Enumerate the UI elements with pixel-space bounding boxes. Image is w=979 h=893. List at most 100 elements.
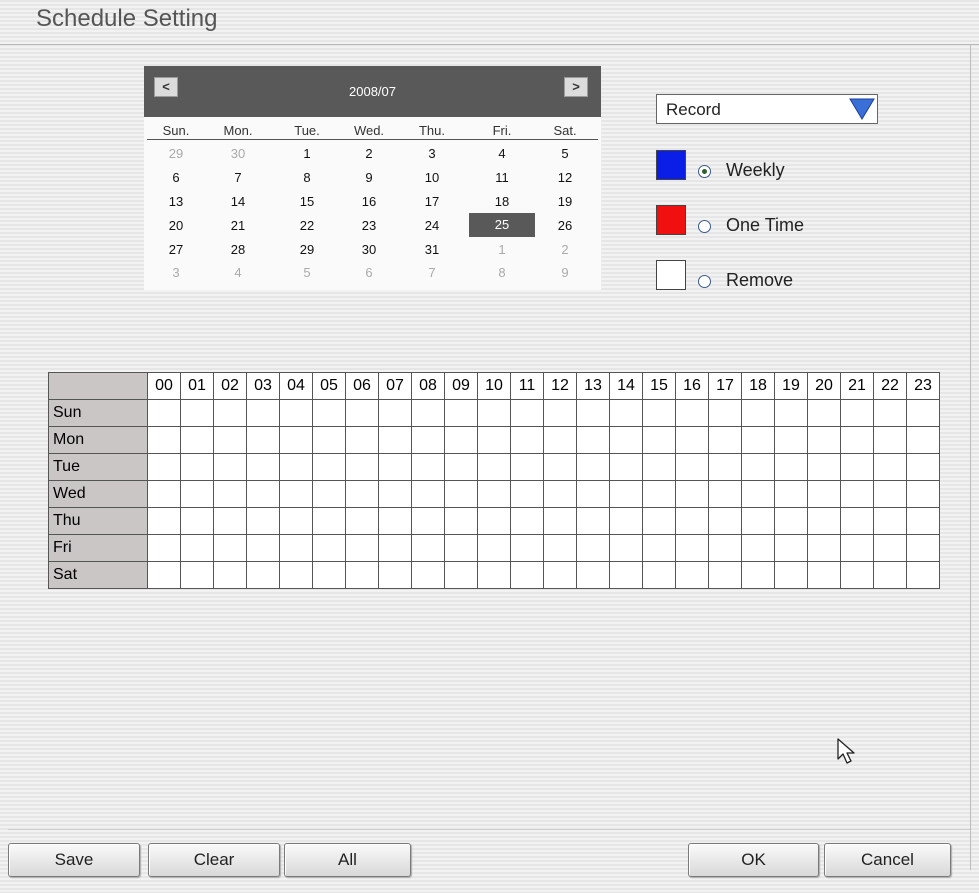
schedule-cell[interactable] — [213, 507, 247, 535]
schedule-cell[interactable] — [180, 399, 214, 427]
schedule-cell[interactable] — [906, 399, 940, 427]
schedule-cell[interactable] — [213, 453, 247, 481]
schedule-cell[interactable] — [741, 561, 775, 589]
schedule-cell[interactable] — [444, 480, 478, 508]
calendar-day[interactable]: 6 — [349, 264, 389, 282]
schedule-cell[interactable] — [510, 480, 544, 508]
schedule-cell[interactable] — [576, 534, 610, 562]
calendar-day[interactable]: 6 — [156, 169, 196, 187]
schedule-cell[interactable] — [675, 426, 709, 454]
calendar-day[interactable]: 10 — [412, 169, 452, 187]
schedule-cell[interactable] — [279, 399, 313, 427]
calendar-day[interactable]: 9 — [349, 169, 389, 187]
schedule-cell[interactable] — [345, 426, 379, 454]
schedule-cell[interactable] — [543, 534, 577, 562]
schedule-cell[interactable] — [378, 507, 412, 535]
cancel-button[interactable]: Cancel — [824, 843, 951, 877]
schedule-cell[interactable] — [246, 507, 280, 535]
schedule-cell[interactable] — [345, 399, 379, 427]
schedule-cell[interactable] — [708, 534, 742, 562]
calendar-day[interactable]: 16 — [349, 193, 389, 211]
schedule-cell[interactable] — [774, 453, 808, 481]
schedule-cell[interactable] — [180, 507, 214, 535]
schedule-cell[interactable] — [411, 426, 445, 454]
schedule-cell[interactable] — [609, 534, 643, 562]
schedule-cell[interactable] — [543, 453, 577, 481]
schedule-cell[interactable] — [675, 399, 709, 427]
schedule-cell[interactable] — [147, 399, 181, 427]
schedule-cell[interactable] — [576, 399, 610, 427]
schedule-cell[interactable] — [741, 534, 775, 562]
schedule-cell[interactable] — [312, 426, 346, 454]
schedule-cell[interactable] — [378, 399, 412, 427]
schedule-cell[interactable] — [279, 453, 313, 481]
schedule-cell[interactable] — [378, 480, 412, 508]
schedule-cell[interactable] — [708, 480, 742, 508]
schedule-cell[interactable] — [246, 426, 280, 454]
schedule-cell[interactable] — [576, 561, 610, 589]
schedule-cell[interactable] — [774, 399, 808, 427]
schedule-cell[interactable] — [543, 507, 577, 535]
schedule-cell[interactable] — [477, 453, 511, 481]
calendar-day[interactable]: 22 — [287, 217, 327, 235]
schedule-cell[interactable] — [708, 426, 742, 454]
schedule-cell[interactable] — [147, 507, 181, 535]
schedule-cell[interactable] — [543, 561, 577, 589]
schedule-cell[interactable] — [642, 561, 676, 589]
mode-select[interactable]: Record — [656, 94, 878, 124]
schedule-cell[interactable] — [807, 453, 841, 481]
calendar-day[interactable]: 30 — [218, 145, 258, 163]
schedule-cell[interactable] — [741, 480, 775, 508]
schedule-cell[interactable] — [840, 453, 874, 481]
calendar-day[interactable]: 27 — [156, 241, 196, 259]
schedule-cell[interactable] — [642, 453, 676, 481]
schedule-cell[interactable] — [213, 480, 247, 508]
remove-radio[interactable] — [698, 275, 711, 288]
schedule-cell[interactable] — [444, 507, 478, 535]
schedule-cell[interactable] — [147, 426, 181, 454]
schedule-cell[interactable] — [411, 453, 445, 481]
schedule-cell[interactable] — [246, 534, 280, 562]
schedule-cell[interactable] — [774, 426, 808, 454]
schedule-cell[interactable] — [510, 453, 544, 481]
next-month-button[interactable]: > — [564, 77, 588, 97]
schedule-cell[interactable] — [246, 561, 280, 589]
calendar-day[interactable]: 7 — [412, 264, 452, 282]
schedule-cell[interactable] — [807, 399, 841, 427]
calendar-day[interactable]: 12 — [545, 169, 585, 187]
schedule-cell[interactable] — [312, 534, 346, 562]
schedule-cell[interactable] — [906, 507, 940, 535]
schedule-cell[interactable] — [246, 399, 280, 427]
calendar-day-selected[interactable]: 25 — [469, 213, 535, 237]
schedule-cell[interactable] — [840, 480, 874, 508]
schedule-cell[interactable] — [708, 561, 742, 589]
schedule-cell[interactable] — [312, 561, 346, 589]
schedule-cell[interactable] — [477, 507, 511, 535]
schedule-cell[interactable] — [873, 561, 907, 589]
schedule-cell[interactable] — [840, 426, 874, 454]
calendar-day[interactable]: 21 — [218, 217, 258, 235]
calendar-day[interactable]: 17 — [412, 193, 452, 211]
schedule-cell[interactable] — [510, 561, 544, 589]
schedule-cell[interactable] — [147, 534, 181, 562]
schedule-cell[interactable] — [543, 480, 577, 508]
schedule-cell[interactable] — [807, 426, 841, 454]
schedule-cell[interactable] — [444, 561, 478, 589]
schedule-cell[interactable] — [345, 480, 379, 508]
schedule-cell[interactable] — [609, 426, 643, 454]
schedule-cell[interactable] — [642, 480, 676, 508]
schedule-cell[interactable] — [906, 534, 940, 562]
calendar-day[interactable]: 23 — [349, 217, 389, 235]
schedule-cell[interactable] — [741, 453, 775, 481]
schedule-cell[interactable] — [345, 534, 379, 562]
schedule-cell[interactable] — [741, 426, 775, 454]
triangle-down-icon[interactable] — [849, 97, 875, 121]
schedule-cell[interactable] — [510, 507, 544, 535]
calendar-day[interactable]: 9 — [545, 264, 585, 282]
calendar-day[interactable]: 29 — [287, 241, 327, 259]
schedule-cell[interactable] — [510, 534, 544, 562]
schedule-cell[interactable] — [312, 507, 346, 535]
calendar-day[interactable]: 4 — [218, 264, 258, 282]
schedule-cell[interactable] — [510, 399, 544, 427]
calendar-day[interactable]: 1 — [482, 241, 522, 259]
